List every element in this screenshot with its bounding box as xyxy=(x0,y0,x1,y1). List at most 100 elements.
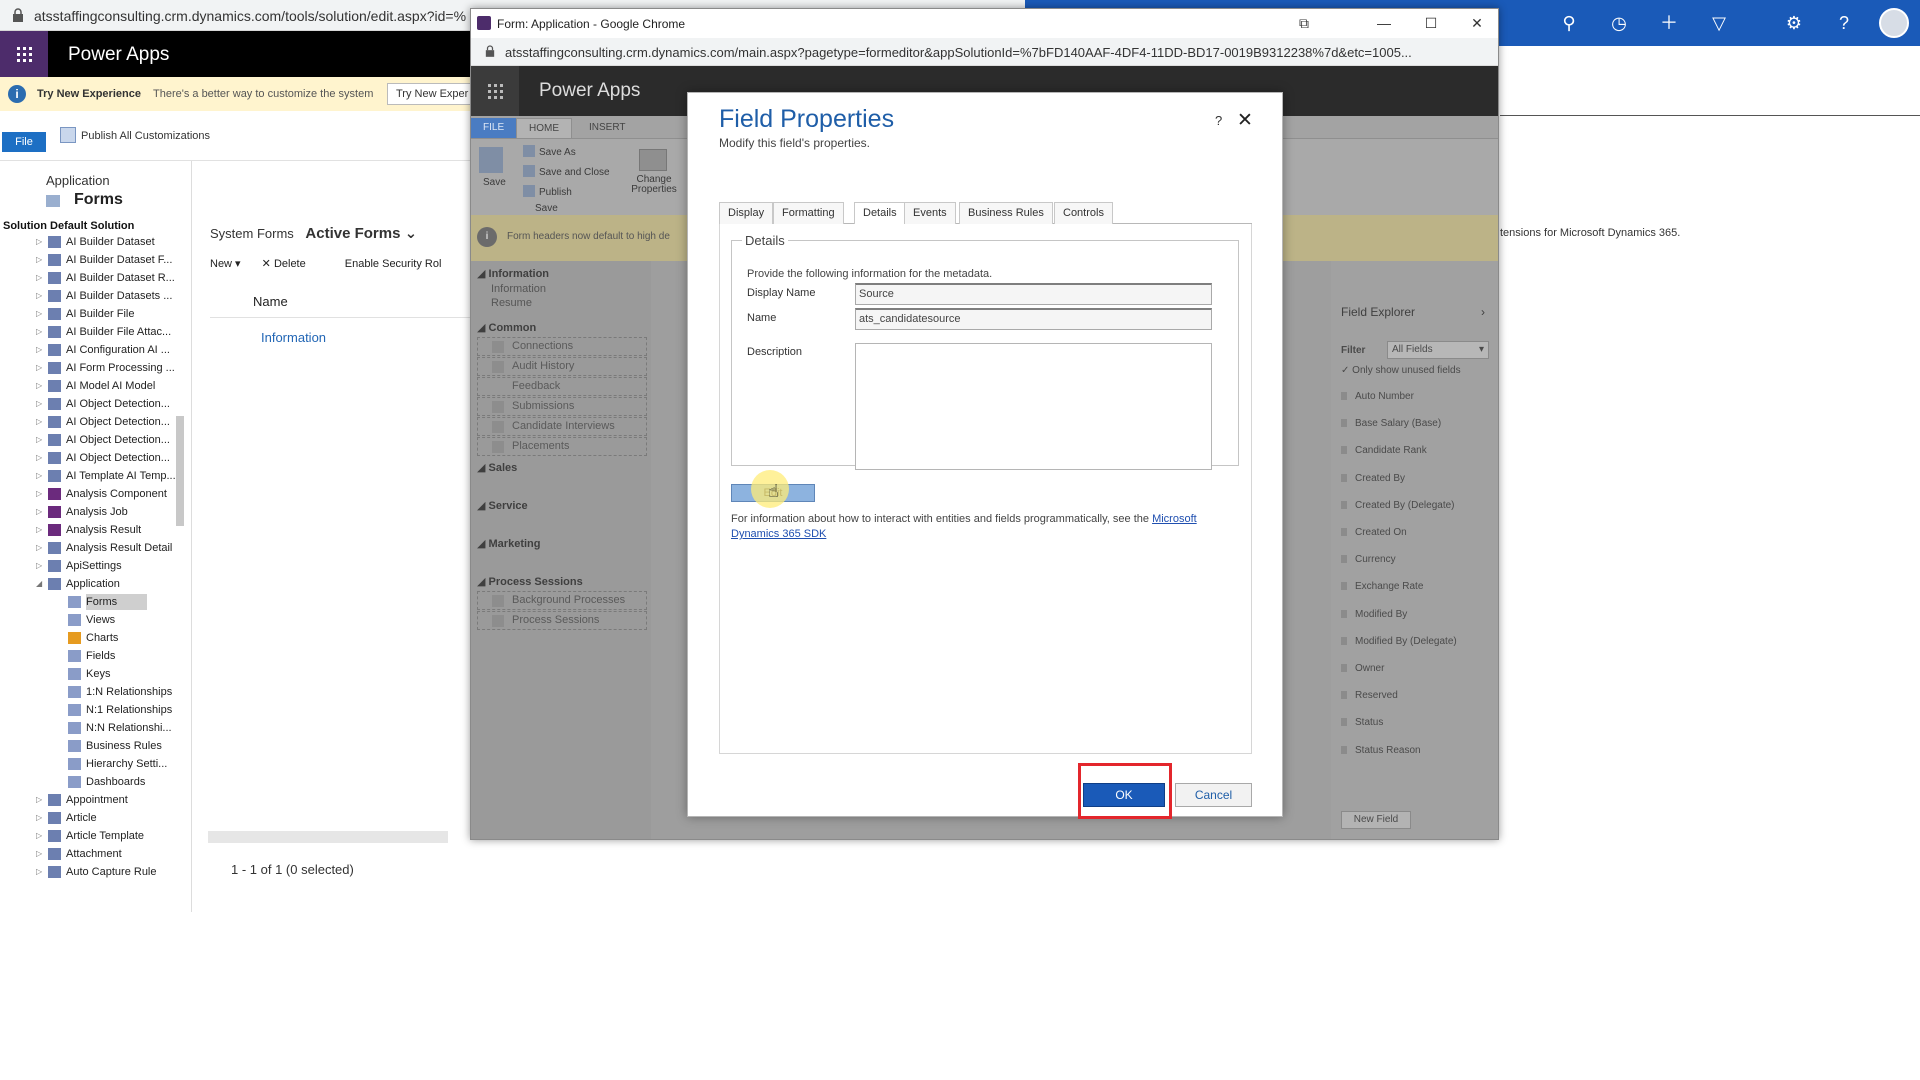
tab-details[interactable]: Details xyxy=(854,202,906,224)
tab-controls[interactable]: Controls xyxy=(1054,202,1113,224)
expand-arrow-icon[interactable]: ▷ xyxy=(36,810,44,826)
field-explorer-item[interactable]: Created By xyxy=(1341,473,1405,484)
try-new-experience-button[interactable]: Try New Exper xyxy=(387,83,478,105)
field-explorer-item[interactable]: Base Salary (Base) xyxy=(1341,418,1441,429)
recent-icon[interactable]: ◷ xyxy=(1608,12,1630,34)
file-button[interactable]: File xyxy=(2,132,46,152)
filter-icon[interactable]: ▽ xyxy=(1708,12,1730,34)
change-properties-label[interactable]: Change Properties xyxy=(629,175,679,195)
expand-arrow-icon[interactable]: ▷ xyxy=(36,846,44,862)
expand-arrow-icon[interactable]: ▷ xyxy=(36,504,44,520)
publish-all-customizations-button[interactable]: Publish All Customizations xyxy=(60,127,210,143)
expand-arrow-icon[interactable]: ▷ xyxy=(36,792,44,808)
ok-button[interactable]: OK xyxy=(1083,783,1165,807)
expand-arrow-icon[interactable]: ▷ xyxy=(36,486,44,502)
expand-arrow-icon[interactable]: ▷ xyxy=(36,360,44,376)
expand-arrow-icon[interactable]: ▷ xyxy=(36,324,44,340)
nav-section-common[interactable]: ◢ Common xyxy=(477,321,536,334)
close-icon[interactable]: ✕ xyxy=(1237,109,1253,132)
nav-item-audit-history[interactable]: Audit History xyxy=(477,357,647,376)
form-row-link[interactable]: Information xyxy=(261,330,326,345)
expand-arrow-icon[interactable]: ▷ xyxy=(36,396,44,412)
tab-business-rules[interactable]: Business Rules xyxy=(959,202,1053,224)
app-launcher-icon[interactable] xyxy=(471,66,519,116)
save-as-button[interactable]: Save As xyxy=(523,145,576,158)
nav-item-background-processes[interactable]: Background Processes xyxy=(477,591,647,610)
expand-arrow-icon[interactable]: ▷ xyxy=(36,468,44,484)
filter-select[interactable]: All Fields ▾ xyxy=(1387,341,1489,359)
expand-arrow-icon[interactable]: ▷ xyxy=(36,864,44,880)
expand-arrow-icon[interactable]: ▷ xyxy=(36,540,44,556)
expand-arrow-icon[interactable]: ▷ xyxy=(36,414,44,430)
tab-events[interactable]: Events xyxy=(904,202,956,224)
expand-arrow-icon[interactable]: ▷ xyxy=(36,828,44,844)
minimize-icon[interactable]: — xyxy=(1374,14,1394,32)
name-field[interactable]: ats_candidatesource xyxy=(855,308,1212,330)
help-icon[interactable]: ? xyxy=(1833,12,1855,34)
expand-arrow-icon[interactable]: ▷ xyxy=(36,432,44,448)
tree-scrollbar[interactable] xyxy=(176,416,184,526)
field-explorer-item[interactable]: Currency xyxy=(1341,554,1396,565)
cancel-button[interactable]: Cancel xyxy=(1175,783,1252,807)
tab-insert[interactable]: INSERT xyxy=(577,118,638,138)
maximize-icon[interactable]: ☐ xyxy=(1421,14,1441,32)
expand-arrow-icon[interactable]: ▷ xyxy=(36,270,44,286)
nav-item-placements[interactable]: Placements xyxy=(477,437,647,456)
tab-formatting[interactable]: Formatting xyxy=(773,202,844,224)
nav-section-information[interactable]: ◢ Information xyxy=(477,267,549,280)
nav-section-marketing[interactable]: ◢ Marketing xyxy=(477,537,540,550)
description-field[interactable] xyxy=(855,343,1212,470)
cast-icon[interactable]: ⧉ xyxy=(1294,14,1314,32)
nav-information[interactable]: Information xyxy=(491,283,546,295)
nav-item-process-sessions[interactable]: Process Sessions xyxy=(477,611,647,630)
view-selector[interactable]: Active Forms ⌄ xyxy=(305,225,417,242)
nav-item-candidate-interviews[interactable]: Candidate Interviews xyxy=(477,417,647,436)
new-field-button[interactable]: New Field xyxy=(1341,811,1411,829)
expand-arrow-icon[interactable]: ▷ xyxy=(36,342,44,358)
expand-arrow-icon[interactable]: ▷ xyxy=(36,558,44,574)
search-icon[interactable]: ⚲ xyxy=(1558,12,1580,34)
field-explorer-item[interactable]: Created On xyxy=(1341,527,1407,538)
expand-arrow-icon[interactable]: ▷ xyxy=(36,252,44,268)
nav-item-submissions[interactable]: Submissions xyxy=(477,397,647,416)
nav-resume[interactable]: Resume xyxy=(491,297,532,309)
tab-file[interactable]: FILE xyxy=(471,118,517,138)
field-explorer-title[interactable]: Field Explorer xyxy=(1341,305,1415,319)
column-name[interactable]: Name xyxy=(253,294,288,309)
expand-arrow-icon[interactable]: ▷ xyxy=(36,450,44,466)
delete-button[interactable]: ✕ Delete xyxy=(262,258,324,270)
nav-section-process-sessions[interactable]: ◢ Process Sessions xyxy=(477,575,583,588)
field-explorer-item[interactable]: Auto Number xyxy=(1341,391,1414,402)
field-explorer-item[interactable]: Status xyxy=(1341,717,1383,728)
window-close-icon[interactable]: ✕ xyxy=(1467,14,1487,32)
field-explorer-item[interactable]: Reserved xyxy=(1341,690,1398,701)
plus-icon[interactable]: ＋ xyxy=(1658,12,1680,34)
change-properties-icon[interactable] xyxy=(639,149,667,171)
save-icon[interactable] xyxy=(479,147,503,173)
field-explorer-item[interactable]: Created By (Delegate) xyxy=(1341,500,1455,511)
display-name-field[interactable]: Source xyxy=(855,283,1212,305)
only-unused-checkbox[interactable]: ✓ Only show unused fields xyxy=(1341,365,1461,376)
app-launcher-icon[interactable] xyxy=(0,31,48,77)
publish-button[interactable]: Publish xyxy=(523,185,572,198)
field-explorer-item[interactable]: Candidate Rank xyxy=(1341,445,1427,456)
field-explorer-item[interactable]: Exchange Rate xyxy=(1341,581,1423,592)
save-and-close-button[interactable]: Save and Close xyxy=(523,165,610,178)
expand-arrow-icon[interactable]: ▷ xyxy=(36,288,44,304)
field-explorer-item[interactable]: Modified By xyxy=(1341,609,1407,620)
field-explorer-item[interactable]: Modified By (Delegate) xyxy=(1341,636,1457,647)
horizontal-scrollbar[interactable] xyxy=(208,831,448,843)
chevron-right-icon[interactable]: › xyxy=(1481,305,1485,319)
expand-arrow-icon[interactable]: ▷ xyxy=(36,522,44,538)
help-icon[interactable]: ? xyxy=(1215,113,1222,128)
popup-address-bar[interactable]: atsstaffingconsulting.crm.dynamics.com/m… xyxy=(471,38,1498,66)
nav-section-sales[interactable]: ◢ Sales xyxy=(477,461,517,474)
field-explorer-item[interactable]: Status Reason xyxy=(1341,745,1421,756)
enable-security-roles-button[interactable]: Enable Security Rol xyxy=(345,258,442,270)
tab-display[interactable]: Display xyxy=(719,202,774,224)
save-label[interactable]: Save xyxy=(483,177,506,188)
avatar[interactable] xyxy=(1879,8,1909,38)
nav-item-feedback[interactable]: Feedback xyxy=(477,377,647,396)
new-button[interactable]: New ▾ xyxy=(210,258,241,270)
gear-icon[interactable]: ⚙ xyxy=(1783,12,1805,34)
